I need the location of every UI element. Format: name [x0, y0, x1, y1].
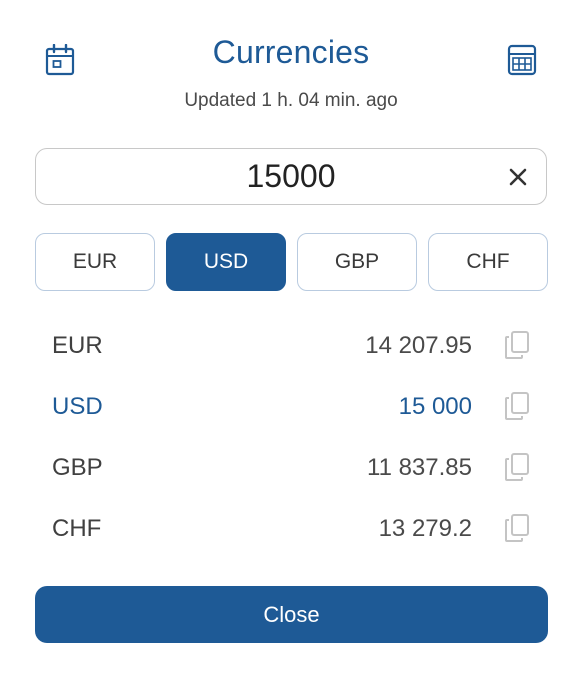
tab-gbp[interactable]: GBP — [297, 233, 417, 291]
copy-icon — [505, 453, 529, 481]
currency-value: 13 279.2 — [378, 515, 472, 542]
copy-button[interactable] — [504, 452, 534, 484]
rate-row-eur: EUR 14 207.95 — [0, 316, 582, 378]
clear-button[interactable] — [504, 163, 532, 191]
currency-code: GBP — [52, 454, 103, 481]
currency-code: CHF — [52, 515, 102, 542]
copy-icon — [505, 331, 529, 359]
calculator-button[interactable] — [505, 43, 539, 77]
rate-row-chf: CHF 13 279.2 — [0, 499, 582, 561]
rate-row-gbp: GBP 11 837.85 — [0, 438, 582, 500]
close-icon — [509, 168, 527, 186]
currency-code: EUR — [52, 332, 103, 359]
currency-value: 11 837.85 — [367, 454, 472, 481]
page-title: Currencies — [212, 34, 370, 70]
copy-button[interactable] — [504, 513, 534, 545]
close-button[interactable]: Close — [35, 586, 548, 643]
copy-icon — [505, 392, 529, 420]
currencies-panel: Currencies Updated 1 h. 04 min. ago EUR … — [0, 0, 582, 678]
calculator-icon — [507, 44, 537, 76]
tab-eur[interactable]: EUR — [35, 233, 155, 291]
updated-status: Updated 1 h. 04 min. ago — [184, 90, 398, 111]
rate-row-usd: USD 15 000 — [0, 377, 582, 439]
amount-field[interactable] — [35, 148, 547, 205]
amount-input[interactable] — [96, 149, 486, 204]
currency-code: USD — [52, 393, 103, 420]
currency-value: 15 000 — [398, 393, 472, 420]
currency-tabs: EUR USD GBP CHF — [35, 233, 548, 291]
tab-chf[interactable]: CHF — [428, 233, 548, 291]
copy-icon — [505, 514, 529, 542]
currency-value: 14 207.95 — [365, 332, 472, 359]
tab-usd[interactable]: USD — [166, 233, 286, 291]
copy-button[interactable] — [504, 330, 534, 362]
copy-button[interactable] — [504, 391, 534, 423]
